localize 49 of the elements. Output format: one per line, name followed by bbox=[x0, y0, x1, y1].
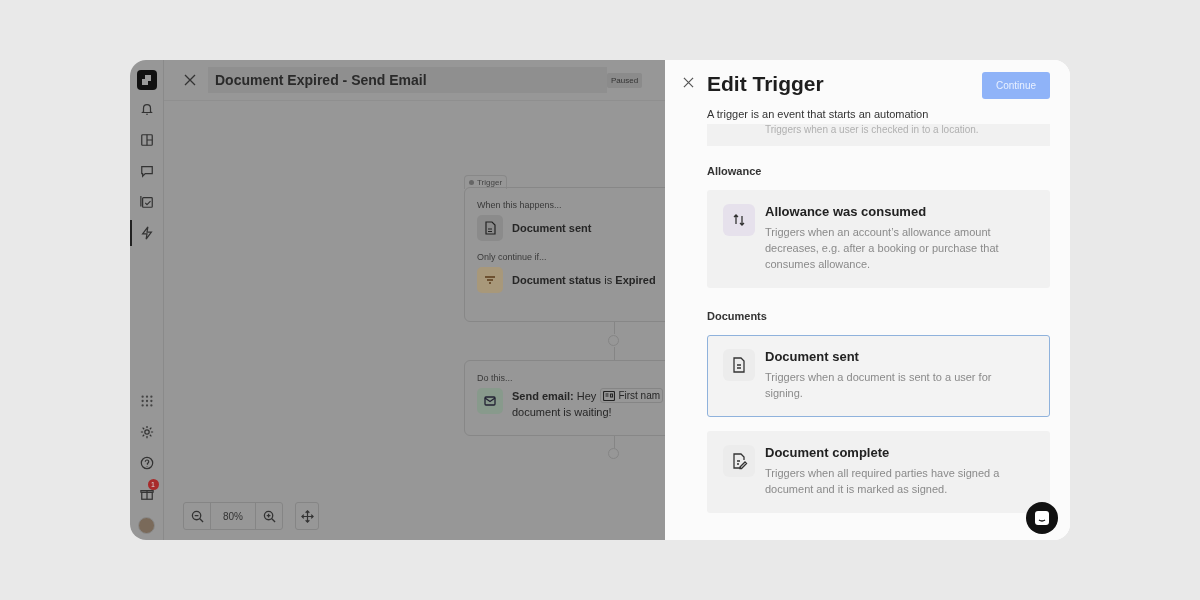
filter-icon bbox=[477, 267, 503, 293]
settings-icon[interactable] bbox=[139, 425, 154, 439]
arrows-icon bbox=[723, 204, 755, 236]
check-icon bbox=[139, 195, 154, 209]
email-text: Send email: Hey bbox=[512, 389, 597, 402]
section-heading: Documents bbox=[707, 310, 768, 322]
option-title: Document complete bbox=[765, 445, 891, 460]
option-title: Allowance was consumed bbox=[765, 204, 928, 219]
chat-button[interactable] bbox=[1026, 502, 1058, 534]
email-text: document is waiting! bbox=[512, 406, 613, 418]
option-description: Triggers when an account’s allowance amount decreases, e.g. after a booking or purchase that consumes allowance. bbox=[765, 225, 1000, 272]
document-icon bbox=[477, 215, 503, 241]
contact-card-icon bbox=[603, 390, 616, 401]
close-icon[interactable] bbox=[184, 74, 196, 86]
option-description: Triggers when a document is sent to a user for signing. bbox=[765, 370, 993, 401]
status-badge: Paused bbox=[607, 72, 643, 88]
logo-icon bbox=[136, 70, 157, 90]
panel-subtitle: A trigger is an event that starts an automation bbox=[707, 108, 930, 120]
bolt-icon bbox=[139, 226, 154, 240]
layout-icon bbox=[139, 133, 154, 147]
zoom-in-icon bbox=[262, 509, 276, 523]
zoom-out-icon bbox=[190, 509, 204, 523]
move-icon bbox=[300, 509, 314, 523]
close-icon[interactable] bbox=[683, 77, 694, 88]
chat-icon bbox=[1034, 510, 1050, 526]
trigger-option[interactable]: Document sent Triggers when a document is sent to a user for signing. bbox=[707, 335, 1050, 417]
help-icon[interactable] bbox=[139, 456, 154, 470]
token-text: First nam bbox=[618, 390, 661, 401]
node-label: Do this... bbox=[477, 373, 514, 383]
node-label: Only continue if... bbox=[477, 252, 548, 262]
condition-text: Document status is Expired bbox=[512, 274, 656, 286]
pan-button[interactable] bbox=[295, 502, 319, 530]
option-description: Triggers when all required parties have signed a document and it is marked as signed. bbox=[765, 466, 1001, 497]
trigger-tag: Trigger bbox=[464, 175, 508, 189]
chat-icon bbox=[139, 164, 154, 178]
trigger-option[interactable]: Document complete Triggers when all required parties have signed a document and it is marked as signed. bbox=[707, 431, 1050, 513]
panel-title: Edit Trigger bbox=[707, 72, 825, 96]
option-title: Document sent bbox=[765, 349, 860, 364]
section-heading: Allowance bbox=[707, 165, 763, 177]
document-icon bbox=[723, 349, 755, 381]
title-field[interactable]: Document Expired - Send Email bbox=[208, 67, 607, 93]
event-name: Document sent bbox=[512, 222, 592, 234]
trigger-option[interactable]: Allowance was consumed Triggers when an account’s allowance amount decreases, e.g. after a booking or purchase that consumes allowance. bbox=[707, 190, 1050, 288]
bell-icon bbox=[139, 102, 154, 116]
gift-icon[interactable] bbox=[139, 487, 154, 501]
email-icon bbox=[477, 388, 503, 414]
apps-icon[interactable] bbox=[139, 394, 154, 408]
zoom-level: 80% bbox=[210, 503, 256, 529]
node-label: When this happens... bbox=[477, 200, 563, 210]
